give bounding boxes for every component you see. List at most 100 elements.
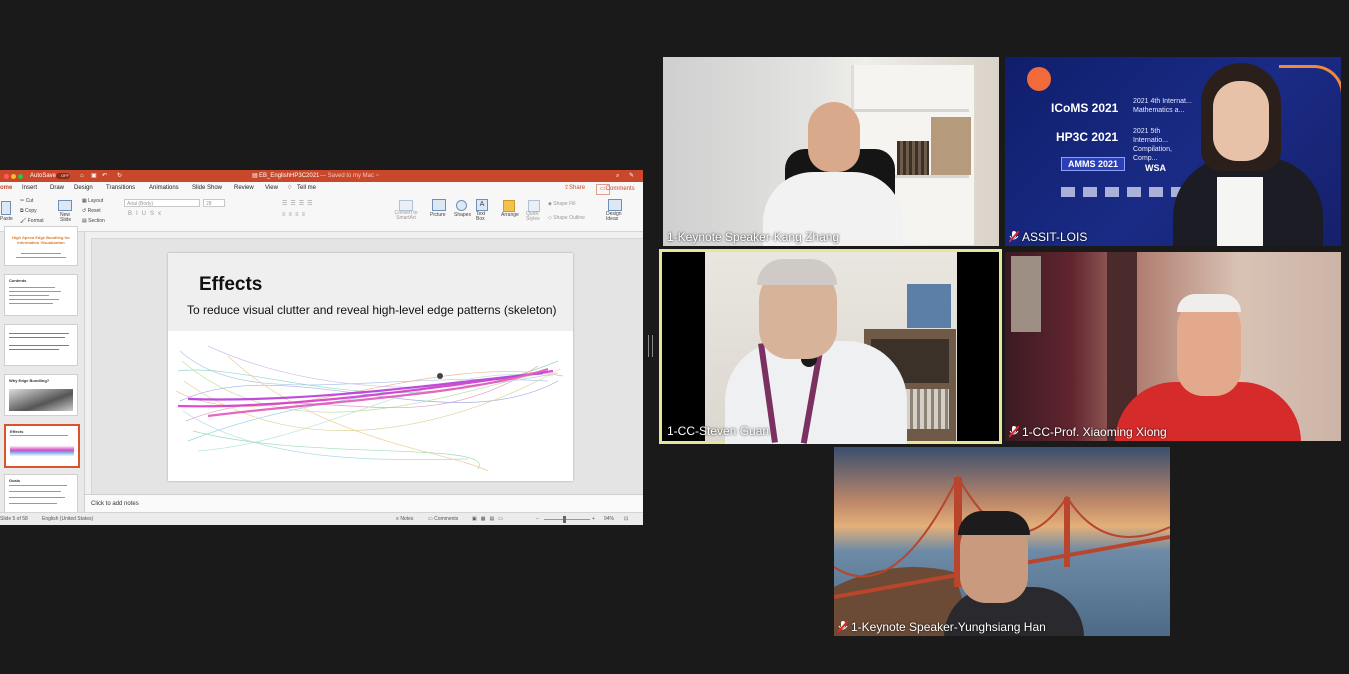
zoom-in-button[interactable]: + bbox=[592, 513, 595, 525]
tell-me-search[interactable]: Tell me bbox=[297, 182, 316, 195]
undo-icon[interactable]: ↶ bbox=[102, 170, 107, 182]
notes-pane[interactable]: Click to add notes bbox=[85, 494, 643, 513]
share-label: Share bbox=[569, 185, 586, 191]
video-tile-kang-zhang[interactable]: 1-Keynote Speaker-Kang Zhang bbox=[663, 57, 999, 246]
format-button[interactable]: 🖌 Format bbox=[20, 218, 44, 224]
participant-name-label: 1-Keynote Speaker-Kang Zhang bbox=[667, 230, 840, 244]
tab-insert[interactable]: Insert bbox=[22, 182, 37, 195]
tab-home[interactable]: ome bbox=[0, 182, 12, 195]
home-icon[interactable]: ⌂ bbox=[80, 170, 84, 182]
video-tile-xiaoming-xiong[interactable]: 1-CC-Prof. Xiaoming Xiong bbox=[1005, 252, 1341, 441]
design-ideas-label: Design Ideas bbox=[606, 211, 622, 222]
paste-icon[interactable] bbox=[1, 201, 11, 215]
box-on-cabinet bbox=[907, 284, 951, 328]
slide-thumbnail-2[interactable]: Contents bbox=[4, 274, 78, 316]
tab-slide-show[interactable]: Slide Show bbox=[192, 182, 222, 195]
slide-thumbnail-6[interactable]: Goals bbox=[4, 474, 78, 516]
lightbulb-icon: ♢ bbox=[287, 185, 293, 191]
share-button[interactable]: ⇪ Share bbox=[564, 182, 585, 195]
slide-thumbnail-4[interactable]: Why Edge Bundling? bbox=[4, 374, 78, 416]
text-box-label: Text Box bbox=[476, 211, 486, 222]
tab-design[interactable]: Design bbox=[74, 182, 93, 195]
tab-draw[interactable]: Draw bbox=[50, 182, 64, 195]
cut-label: Cut bbox=[25, 198, 34, 204]
minimize-window-button[interactable] bbox=[11, 173, 16, 179]
account-icon[interactable]: ✎ bbox=[629, 170, 634, 182]
panel-resize-handle[interactable] bbox=[648, 335, 653, 357]
participant-shirt bbox=[1217, 177, 1263, 246]
new-slide-label: New Slide bbox=[60, 212, 72, 223]
close-window-button[interactable] bbox=[4, 173, 9, 179]
video-tile-assit-lois[interactable]: ICoMS 2021 2021 4th Internat... Mathemat… bbox=[1005, 57, 1341, 246]
comments-button[interactable]: ▭ Comments bbox=[596, 184, 635, 195]
font-family-select[interactable]: Arial (Body) bbox=[124, 199, 200, 207]
redo-icon[interactable]: ↻ bbox=[117, 170, 122, 182]
section-button[interactable]: ▤ Section bbox=[82, 218, 105, 224]
zoom-window-button[interactable] bbox=[18, 173, 23, 179]
list-buttons[interactable]: ☰☰☰☰ bbox=[282, 200, 316, 207]
muted-mic-icon bbox=[1008, 230, 1020, 243]
sponsor-logos bbox=[1061, 187, 1191, 197]
thumbnail-title: Why Edge Bundling? bbox=[9, 378, 50, 383]
copy-label: Copy bbox=[24, 208, 37, 214]
zoom-slider-handle[interactable] bbox=[563, 516, 566, 523]
banner-amms: AMMS 2021 bbox=[1061, 157, 1126, 171]
paste-label: Paste bbox=[0, 216, 13, 222]
copy-button[interactable]: ⧉ Copy bbox=[20, 208, 37, 214]
shape-outline-button[interactable]: ◇ Shape Outline bbox=[548, 215, 585, 221]
powerpoint-titlebar: AutoSave OFF ⌂ ▣ ↶ ↻ ▤ EB_EnglishHP3C202… bbox=[0, 170, 643, 182]
arrange-icon[interactable] bbox=[503, 200, 515, 212]
layout-button[interactable]: ▦ Layout bbox=[82, 198, 103, 204]
document-icon: ▤ bbox=[252, 173, 258, 179]
horizontal-ruler bbox=[85, 232, 643, 239]
shape-fill-button[interactable]: ◆ Shape Fill bbox=[548, 201, 575, 207]
design-ideas-icon[interactable] bbox=[608, 199, 622, 211]
arrange-label: Arrange bbox=[501, 212, 519, 218]
thumbnail-image bbox=[10, 442, 74, 460]
tab-transitions[interactable]: Transitions bbox=[106, 182, 135, 195]
current-slide[interactable]: Effects To reduce visual clutter and rev… bbox=[168, 253, 573, 481]
autosave-toggle[interactable]: OFF bbox=[56, 173, 70, 179]
tab-view[interactable]: View bbox=[265, 182, 278, 195]
notes-toggle-label: Notes bbox=[400, 516, 414, 522]
participant-hair bbox=[757, 259, 837, 285]
convert-smartart-label: Convert to SmartArt bbox=[394, 210, 418, 221]
shape-outline-label: Shape Outline bbox=[553, 215, 585, 221]
save-icon[interactable]: ▣ bbox=[91, 170, 97, 182]
tab-animations[interactable]: Animations bbox=[149, 182, 179, 195]
comments-label: Comments bbox=[605, 186, 635, 192]
slide-thumbnail-1[interactable]: High Speed Edge Bundling for Information… bbox=[4, 226, 78, 266]
thumbnail-title: Contents bbox=[9, 278, 27, 283]
autosave-label: AutoSave bbox=[30, 173, 57, 179]
banner-hp3c: HP3C 2021 bbox=[1056, 130, 1119, 144]
zoom-slider[interactable] bbox=[544, 519, 590, 520]
participant-name-label: 1-CC-Prof. Xiaoming Xiong bbox=[1008, 425, 1167, 439]
participant-hair bbox=[1177, 294, 1241, 312]
shapes-icon[interactable] bbox=[456, 200, 467, 211]
thumbnail-image bbox=[9, 389, 73, 411]
text-format-buttons[interactable]: BIUSx bbox=[128, 211, 165, 217]
new-slide-icon[interactable] bbox=[58, 200, 72, 211]
reset-button[interactable]: ↺ Reset bbox=[82, 208, 101, 214]
slide-subtitle: To reduce visual clutter and reveal high… bbox=[187, 303, 557, 317]
cut-button[interactable]: ✂ Cut bbox=[20, 198, 33, 204]
muted-mic-icon bbox=[837, 620, 849, 633]
slide-thumbnail-3[interactable] bbox=[4, 324, 78, 366]
align-buttons[interactable]: ≡≡≡≡ bbox=[282, 212, 308, 218]
section-label: Section bbox=[88, 218, 105, 224]
search-icon[interactable]: ⌕ bbox=[616, 170, 619, 182]
view-buttons[interactable]: ▣▦▤▭ bbox=[472, 513, 507, 525]
zoom-out-button[interactable]: − bbox=[536, 513, 539, 525]
text-box-icon[interactable]: A bbox=[476, 199, 488, 211]
font-size-select[interactable]: 28 bbox=[203, 199, 225, 207]
picture-icon[interactable] bbox=[432, 199, 446, 211]
video-tile-yunghsiang-han[interactable]: 1-Keynote Speaker-Yunghsiang Han bbox=[834, 447, 1170, 636]
notes-toggle[interactable]: ≡ Notes bbox=[396, 513, 413, 525]
tab-review[interactable]: Review bbox=[234, 182, 254, 195]
slide-thumbnail-5-selected[interactable]: Effects bbox=[4, 424, 80, 468]
comments-toggle[interactable]: ▭ Comments bbox=[428, 513, 458, 525]
video-tile-steven-guan[interactable]: 1-CC-Steven Guan bbox=[659, 249, 1002, 444]
document-title: EB_EnglishHP3C2021 bbox=[259, 173, 320, 179]
slide-title: Effects bbox=[199, 274, 263, 295]
fit-slide-icon[interactable]: ⊡ bbox=[624, 513, 628, 525]
